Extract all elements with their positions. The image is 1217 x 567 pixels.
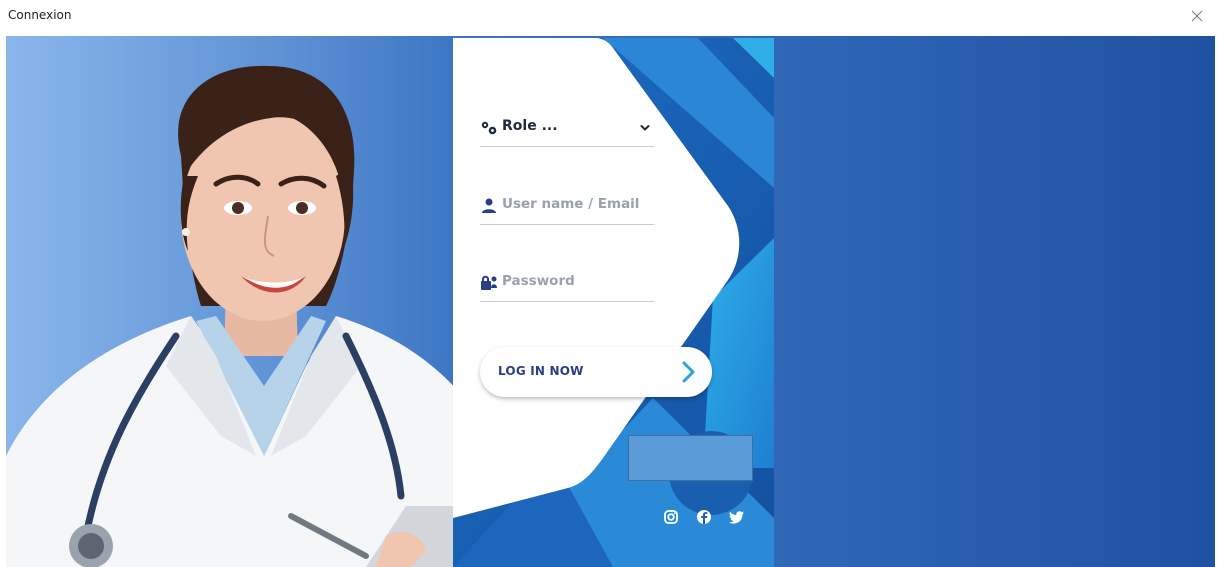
user-lock-icon: [481, 275, 497, 290]
login-stage: Role ... User name / Email Password LOG …: [6, 36, 1215, 567]
gears-icon: [481, 121, 497, 135]
login-card: Role ... User name / Email Password LOG …: [453, 38, 774, 567]
login-button[interactable]: LOG IN NOW: [480, 347, 712, 397]
window-titlebar: Connexion: [0, 0, 1217, 34]
role-select-value: Role ...: [502, 118, 558, 134]
username-placeholder: User name / Email: [502, 196, 640, 212]
window-title: Connexion: [8, 8, 72, 22]
redacted-area: [628, 435, 753, 481]
login-button-label: LOG IN NOW: [498, 364, 584, 378]
password-field[interactable]: Password: [480, 268, 654, 302]
chevron-right-icon: [682, 361, 695, 383]
close-icon[interactable]: [1187, 6, 1207, 26]
username-field[interactable]: User name / Email: [480, 191, 654, 225]
facebook-icon[interactable]: [696, 509, 712, 525]
role-select[interactable]: Role ...: [480, 113, 654, 147]
social-links: [663, 509, 745, 525]
chevron-down-icon: [640, 125, 650, 131]
instagram-icon[interactable]: [663, 509, 679, 525]
user-icon: [482, 198, 496, 213]
twitter-icon[interactable]: [729, 509, 745, 525]
password-placeholder: Password: [502, 273, 575, 289]
